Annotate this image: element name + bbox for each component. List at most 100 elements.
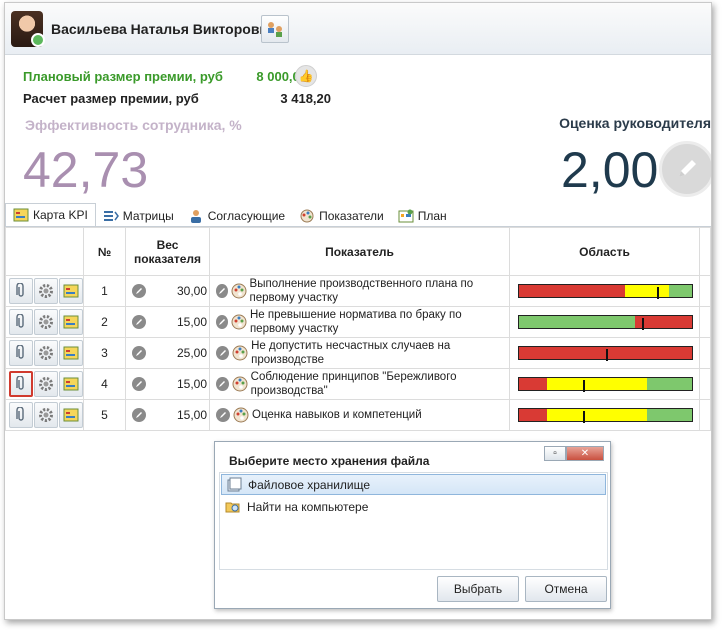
- scale-segment: [647, 409, 692, 421]
- row-number: 2: [83, 306, 126, 338]
- settings-button[interactable]: [34, 340, 58, 366]
- card-button[interactable]: [59, 278, 83, 304]
- weight-value: 25,00: [176, 346, 207, 360]
- thumbs-up-icon[interactable]: 👍: [295, 65, 317, 87]
- indicator-name: Не допустить несчастных случаев на произ…: [251, 340, 451, 366]
- select-button[interactable]: Выбрать: [437, 576, 519, 602]
- row-actions: [5, 275, 84, 307]
- dialog-controls: ▫ ✕: [544, 446, 604, 461]
- scale-segment: [546, 409, 647, 421]
- scale-marker: [583, 380, 585, 392]
- kpi-window: Васильева Наталья Викторовна Плановый ра…: [4, 2, 712, 620]
- table-row[interactable]: 4 15,00 Соблюдение принципов "Бережливого …: [5, 368, 711, 400]
- calc-bonus-row: Расчет размер премии, руб 3 418,20: [23, 91, 331, 106]
- scale-segment: [624, 285, 670, 297]
- weight-value: 15,00: [176, 315, 207, 329]
- close-button[interactable]: ✕: [566, 446, 604, 461]
- edit-weight-button[interactable]: [132, 315, 146, 329]
- table-row[interactable]: 2 15,00 Не превышение норматива по браку п…: [5, 306, 711, 338]
- org-structure-button[interactable]: [261, 15, 289, 43]
- tab-indicators[interactable]: Показатели: [292, 205, 391, 227]
- kpi-table: № Вес показателя Показатель Область 1 30,…: [5, 226, 711, 431]
- weight-cell: 15,00: [125, 399, 210, 431]
- approvers-icon: [190, 210, 201, 223]
- attach-button[interactable]: [9, 402, 33, 428]
- edit-indicator-button[interactable]: [216, 284, 228, 298]
- settings-button[interactable]: [34, 309, 58, 335]
- gear-icon: [39, 408, 53, 422]
- row-number: 3: [83, 337, 126, 369]
- indicator-header[interactable]: Показатель: [209, 227, 510, 276]
- weight-cell: 15,00: [125, 368, 210, 400]
- restore-icon: ▫: [553, 448, 557, 459]
- card-button[interactable]: [59, 340, 83, 366]
- range-scale: [518, 377, 693, 392]
- settings-button[interactable]: [34, 402, 58, 428]
- paperclip-icon: [16, 376, 24, 390]
- attach-button[interactable]: [9, 371, 33, 397]
- attach-button[interactable]: [9, 309, 33, 335]
- attach-button[interactable]: [9, 340, 33, 366]
- attach-button[interactable]: [9, 278, 33, 304]
- edit-weight-button[interactable]: [132, 284, 146, 298]
- extra-cell: [699, 306, 711, 338]
- storage-option-computer[interactable]: Найти на компьютере: [221, 496, 606, 517]
- palette-icon: [231, 314, 247, 330]
- plan-icon: [398, 209, 414, 223]
- edit-weight-button[interactable]: [132, 346, 146, 360]
- table-row[interactable]: 1 30,00 Выполнение производственного плана…: [5, 275, 711, 307]
- paperclip-icon: [16, 283, 24, 297]
- file-location-dialog: Выберите место хранения файла ▫ ✕ Файлов…: [214, 441, 611, 609]
- settings-button[interactable]: [34, 371, 58, 397]
- settings-button[interactable]: [34, 278, 58, 304]
- pencil-icon: [219, 381, 226, 387]
- table-row[interactable]: 3 25,00 Не допустить несчастных случаев на…: [5, 337, 711, 369]
- edit-indicator-button[interactable]: [216, 408, 230, 422]
- storage-option-file-storage[interactable]: Файловое хранилище: [221, 474, 606, 495]
- tab-matrices[interactable]: Матрицы: [96, 205, 181, 227]
- tab-plan[interactable]: План: [391, 205, 454, 227]
- row-actions: [5, 368, 84, 400]
- indicator-name: Оценка навыков и компетенций: [252, 409, 422, 421]
- num-header[interactable]: №: [83, 227, 126, 276]
- tab-kpi-map[interactable]: Карта KPI: [5, 203, 96, 227]
- card-button[interactable]: [59, 309, 83, 335]
- indicator-cell: Соблюдение принципов "Бережливого произв…: [209, 368, 510, 400]
- area-header[interactable]: Область: [509, 227, 700, 276]
- tab-approvers[interactable]: Согласующие: [181, 205, 292, 227]
- edit-indicator-button[interactable]: [216, 346, 230, 360]
- edit-indicator-button[interactable]: [216, 315, 228, 329]
- kpi-card-icon: [63, 346, 79, 360]
- card-button[interactable]: [59, 371, 83, 397]
- calc-bonus-value: 3 418,20: [280, 91, 331, 106]
- area-cell: [509, 399, 700, 431]
- tab-label: План: [417, 209, 447, 223]
- row-number: 5: [83, 399, 126, 431]
- table-row[interactable]: 5 15,00 Оценка навыков и компетенций: [5, 399, 711, 431]
- pencil-icon: [136, 288, 142, 294]
- edit-weight-button[interactable]: [132, 408, 146, 422]
- range-scale: [518, 315, 693, 330]
- edit-weight-button[interactable]: [132, 377, 146, 391]
- actions-header: [5, 227, 84, 276]
- card-button[interactable]: [59, 402, 83, 428]
- cancel-button[interactable]: Отмена: [525, 576, 607, 602]
- extra-header: [699, 227, 711, 276]
- row-actions: [5, 306, 84, 338]
- palette-icon: [233, 407, 249, 423]
- indicators-icon: [300, 209, 314, 223]
- row-actions: [5, 337, 84, 369]
- efficiency-value: 42,73: [23, 142, 149, 198]
- scale-segment: [669, 285, 692, 297]
- restore-button[interactable]: ▫: [544, 446, 566, 461]
- kpi-card-icon: [13, 208, 29, 222]
- range-scale: [518, 284, 693, 299]
- weight-header[interactable]: Вес показателя: [125, 227, 210, 276]
- planned-bonus-label: Плановый размер премии, руб: [23, 69, 223, 84]
- area-cell: [509, 337, 700, 369]
- manager-score-label: Оценка руководителя: [559, 115, 711, 131]
- edit-indicator-button[interactable]: [216, 377, 229, 391]
- edit-score-button[interactable]: [659, 141, 711, 197]
- indicator-name: Соблюдение принципов "Бережливого произв…: [250, 371, 457, 397]
- indicator-cell: Не допустить несчастных случаев на произ…: [209, 337, 510, 369]
